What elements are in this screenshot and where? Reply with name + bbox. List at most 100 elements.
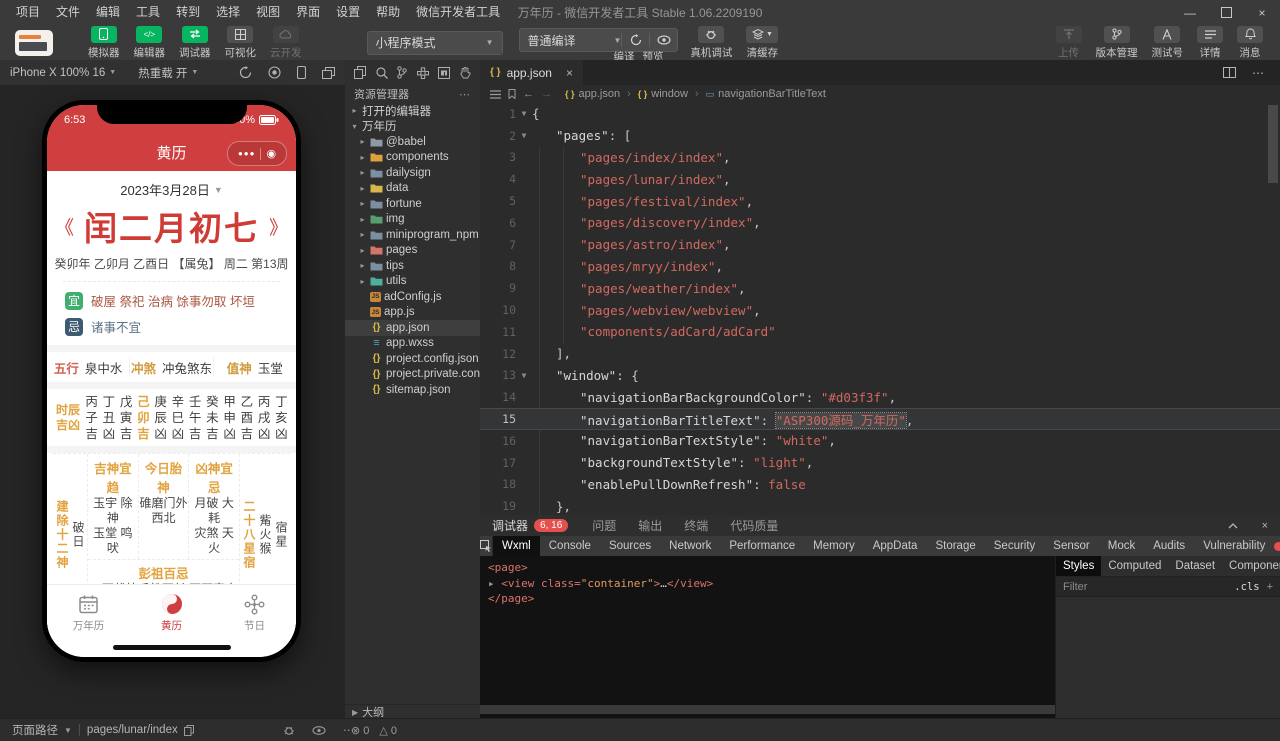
fold-icon[interactable]: ▼	[516, 109, 532, 118]
styles-tab-Styles[interactable]: Styles	[1056, 556, 1102, 576]
refresh-icon[interactable]	[239, 66, 252, 79]
miniprogram-avatar[interactable]	[15, 29, 53, 56]
code-line-11[interactable]: 11 "components/adCard/adCard"	[480, 321, 1280, 343]
toolbar-button-可视化[interactable]: 可视化	[225, 25, 256, 60]
styles-tab-Component Data[interactable]: Component Data	[1222, 556, 1280, 576]
tree-item-万年历[interactable]: ▾ 万年历	[345, 119, 480, 135]
inspect-element-icon[interactable]	[480, 536, 493, 556]
debugger-tab-代码质量[interactable]: 代码质量	[730, 517, 778, 534]
more-icon[interactable]: ⋯	[459, 88, 471, 101]
tree-item-dailysign[interactable]: ▸ dailysign	[345, 165, 480, 181]
tree-item-img[interactable]: ▸ img	[345, 212, 480, 228]
source-control-icon[interactable]	[397, 66, 407, 79]
code-line-4[interactable]: 4 "pages/lunar/index",	[480, 168, 1280, 190]
tree-item-@babel[interactable]: ▸ @babel	[345, 134, 480, 150]
multi-window-icon[interactable]	[322, 66, 335, 79]
mode-select[interactable]: 小程序模式 ▼	[366, 30, 503, 55]
menu-设置[interactable]: 设置	[328, 0, 368, 25]
breadcrumb-window[interactable]: { } window	[638, 88, 688, 100]
toolbar-button-编辑器[interactable]: </> 编辑器	[134, 25, 165, 60]
devtools-tab-Sensor[interactable]: Sensor	[1044, 536, 1098, 556]
tree-item-tips[interactable]: ▸ tips	[345, 258, 480, 274]
problem-counts[interactable]: ⊗ 0 △ 0	[351, 724, 397, 737]
bug-icon[interactable]	[283, 724, 295, 736]
bookmark-icon[interactable]	[508, 89, 516, 99]
devtools-tab-Audits[interactable]: Audits	[1144, 536, 1194, 556]
code-line-5[interactable]: 5 "pages/festival/index",	[480, 190, 1280, 212]
code-line-17[interactable]: 17 "backgroundTextStyle": "light",	[480, 452, 1280, 474]
clear-cache-button[interactable]: ▼ 清缓存	[746, 25, 779, 60]
menu-文件[interactable]: 文件	[48, 0, 88, 25]
menu-界面[interactable]: 界面	[288, 0, 328, 25]
wxml-line-3[interactable]: </page>	[488, 591, 1055, 607]
tree-item-components[interactable]: ▸ components	[345, 150, 480, 166]
tree-item-app.js[interactable]: JS app.js	[345, 305, 480, 321]
debugger-tab-问题[interactable]: 问题	[592, 517, 616, 534]
menu-选择[interactable]: 选择	[208, 0, 248, 25]
maximize-button[interactable]	[1208, 0, 1244, 25]
extensions-icon[interactable]	[416, 66, 429, 79]
code-line-13[interactable]: 13 ▼ "window": {	[480, 365, 1280, 387]
phone-tab-黄历[interactable]: 黄历	[130, 585, 213, 641]
editor-scrollbar[interactable]	[1268, 105, 1278, 183]
toolbar-button-消息[interactable]: 消息	[1237, 25, 1263, 60]
tab-app-json[interactable]: { } app.json ×	[480, 60, 583, 85]
code-line-10[interactable]: 10 "pages/webview/webview",	[480, 299, 1280, 321]
toolbar-button-测试号[interactable]: 测试号	[1152, 25, 1183, 60]
exit-icon[interactable]: ◉	[266, 147, 276, 160]
tree-item-data[interactable]: ▸ data	[345, 181, 480, 197]
wxml-line-2[interactable]: ▸ <view class="container">…</view>	[488, 576, 1055, 592]
code-line-1[interactable]: 1 ▼{	[480, 103, 1280, 125]
menu-工具[interactable]: 工具	[128, 0, 168, 25]
wxml-scrollbar[interactable]	[480, 705, 1055, 714]
code-editor[interactable]: 1 ▼{2 ▼ "pages": [3 "pages/index/index", 4 "pa…	[480, 103, 1280, 515]
code-line-18[interactable]: 18 "enablePullDownRefresh": false	[480, 474, 1280, 496]
tree-item-pages[interactable]: ▸ pages	[345, 243, 480, 259]
close-button[interactable]: ×	[1244, 0, 1280, 25]
next-day-arrow[interactable]: 》	[269, 213, 288, 240]
tree-item-project.private.config.js...[interactable]: {}project.private.config.js...	[345, 367, 480, 383]
devtools-tab-Performance[interactable]: Performance	[720, 536, 804, 556]
back-icon[interactable]: ←	[523, 88, 534, 100]
debugger-tab-终端[interactable]: 终端	[684, 517, 708, 534]
add-style-icon[interactable]: +	[1267, 581, 1273, 593]
tree-item-sitemap.json[interactable]: {} sitemap.json	[345, 382, 480, 398]
tree-item-project.config.json[interactable]: {} project.config.json	[345, 351, 480, 367]
debugger-title[interactable]: 调试器	[492, 517, 528, 534]
toolbar-button-调试器[interactable]: 调试器	[179, 25, 211, 60]
npm-icon[interactable]	[438, 66, 451, 79]
menu-项目[interactable]: 项目	[8, 0, 48, 25]
miniprogram-capsule[interactable]: ●●● ◉	[227, 141, 287, 166]
device-icon[interactable]	[297, 66, 306, 79]
code-line-9[interactable]: 9 "pages/weather/index",	[480, 277, 1280, 299]
preview-button[interactable]	[650, 35, 677, 45]
phone-tab-节日[interactable]: 节日	[213, 585, 296, 641]
code-line-3[interactable]: 3 "pages/index/index",	[480, 147, 1280, 169]
menu-帮助[interactable]: 帮助	[368, 0, 408, 25]
close-icon[interactable]: ×	[566, 66, 573, 80]
prev-day-arrow[interactable]: 《	[55, 213, 74, 240]
close-icon[interactable]: ×	[1262, 520, 1268, 532]
code-line-14[interactable]: 14 "navigationBarBackgroundColor": "#d03f…	[480, 386, 1280, 408]
code-line-6[interactable]: 6 "pages/discovery/index",	[480, 212, 1280, 234]
tree-item-app.json[interactable]: {} app.json	[345, 320, 480, 336]
devtools-tab-Vulnerability[interactable]: Vulnerability	[1194, 536, 1274, 556]
code-line-12[interactable]: 12],	[480, 343, 1280, 365]
device-select[interactable]: iPhone X 100% 16 ▼	[10, 67, 116, 79]
menu-微信开发者工具[interactable]: 微信开发者工具	[408, 0, 508, 25]
code-line-8[interactable]: 8 "pages/mryy/index",	[480, 256, 1280, 278]
cls-toggle[interactable]: .cls	[1234, 581, 1259, 593]
devtools-tab-Wxml[interactable]: Wxml	[493, 536, 540, 556]
devtools-tab-Console[interactable]: Console	[540, 536, 600, 556]
compile-button[interactable]	[622, 34, 649, 46]
toolbar-button-模拟器[interactable]: 模拟器	[88, 25, 120, 60]
screenshot-icon[interactable]	[268, 66, 281, 79]
error-count[interactable]: 6	[1274, 540, 1280, 552]
tree-item-miniprogram_npm[interactable]: ▸ miniprogram_npm	[345, 227, 480, 243]
devtools-tab-Sources[interactable]: Sources	[600, 536, 660, 556]
menu-转到[interactable]: 转到	[168, 0, 208, 25]
collapse-icon[interactable]	[1228, 522, 1238, 529]
toolbar-button-版本管理[interactable]: 版本管理	[1096, 25, 1138, 60]
styles-tab-Computed[interactable]: Computed	[1101, 556, 1168, 576]
outline-section[interactable]: ▶ 大纲	[345, 704, 480, 719]
